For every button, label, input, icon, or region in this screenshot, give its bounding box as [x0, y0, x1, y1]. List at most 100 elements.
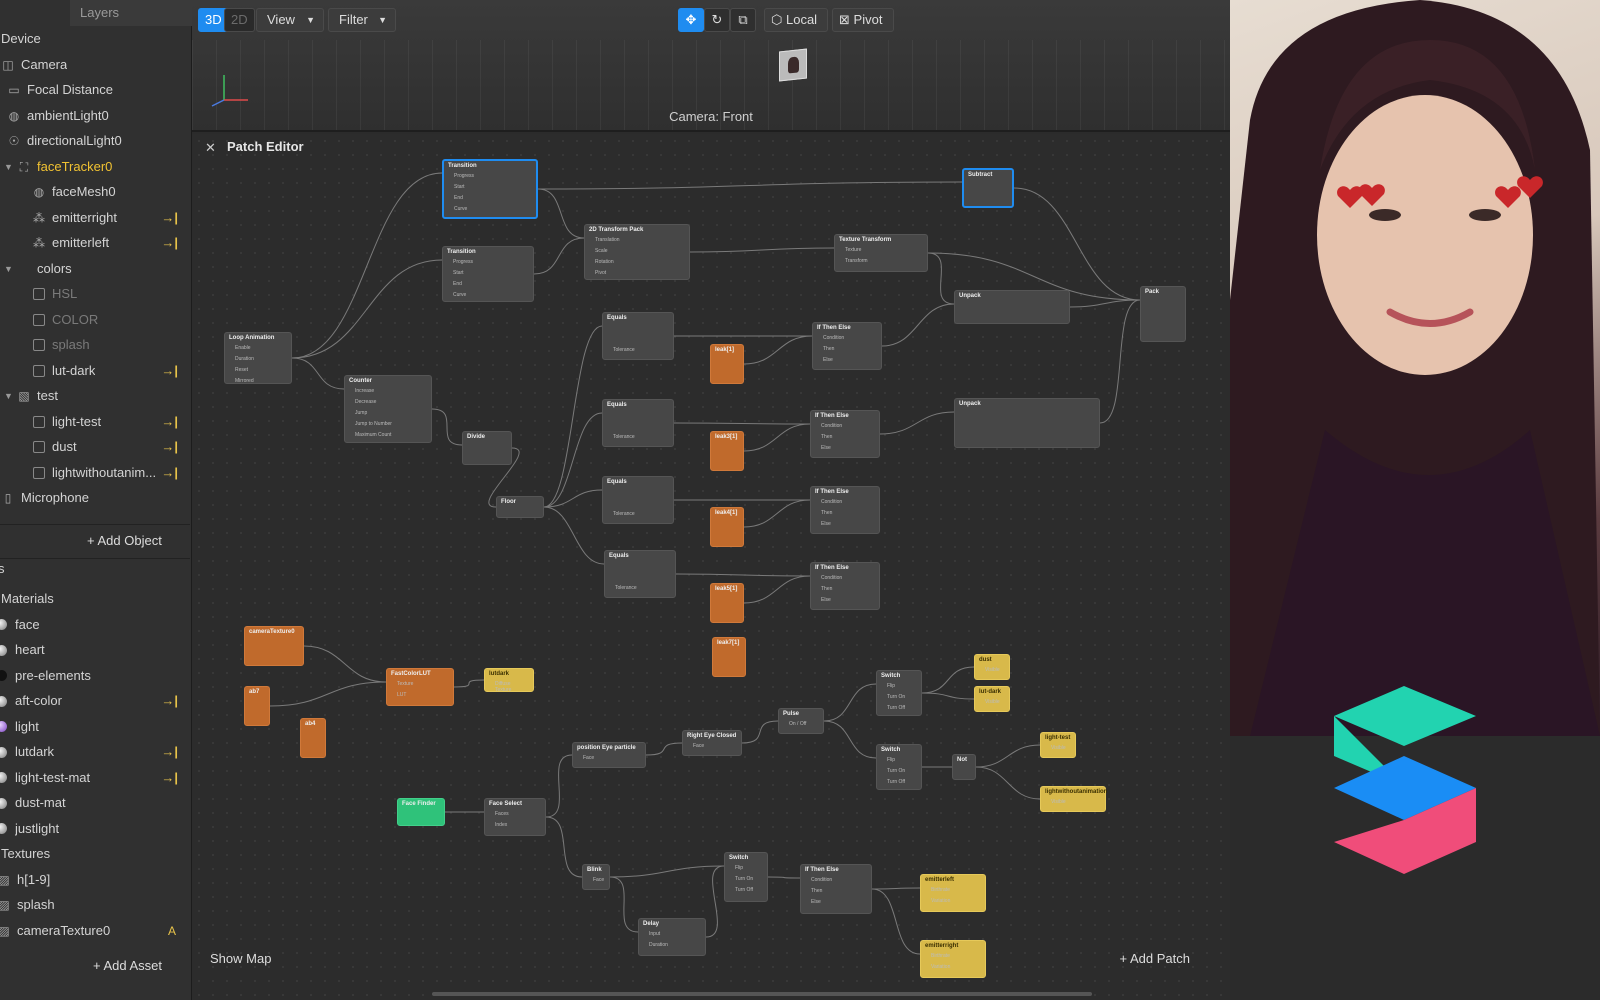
patch-node-port[interactable]: Tolerance [603, 345, 673, 356]
disclosure-triangle-icon[interactable]: ▼ [4, 256, 16, 282]
patch-node[interactable]: Transition Progress Start End Curve [442, 159, 538, 219]
patch-node-port[interactable]: End [443, 279, 533, 290]
patch-node-port[interactable]: Turn Off [877, 703, 921, 714]
disclosure-triangle-icon[interactable]: ▼ [4, 383, 16, 409]
patch-node-port[interactable]: Variation [921, 896, 985, 907]
patch-node-port[interactable]: Then [811, 432, 879, 443]
filter-dropdown[interactable]: Filter ▼ [328, 8, 396, 32]
scene-item[interactable]: ☉ directionalLight0 [0, 128, 190, 154]
patch-node-port[interactable]: Start [443, 268, 533, 279]
asset-item[interactable]: aft-color →| [0, 688, 190, 714]
view-dropdown[interactable]: View ▼ [256, 8, 324, 32]
horizontal-scrollbar[interactable] [432, 992, 1092, 996]
patch-arrow-icon[interactable]: →| [161, 409, 178, 435]
patch-node-port[interactable]: Transform [835, 256, 927, 267]
patch-node-port[interactable] [964, 191, 1012, 202]
patch-node-port[interactable] [603, 421, 673, 432]
patch-node-port[interactable]: Else [811, 595, 879, 606]
patch-node[interactable]: Right Eye Closed Face [682, 730, 742, 756]
camera-preview-plane[interactable] [779, 48, 807, 82]
scene-item[interactable]: ▼ ⛶ faceTracker0 [0, 154, 190, 180]
patch-node[interactable]: light-test Visible [1040, 732, 1076, 758]
patch-node[interactable]: Floor [496, 496, 544, 518]
scene-item[interactable]: lut-dark →| [0, 358, 190, 384]
patch-node[interactable]: Transition Progress Start End Curve [442, 246, 534, 302]
scene-item[interactable]: ◍ faceMesh0 [0, 179, 190, 205]
patch-node-port[interactable]: Else [801, 897, 871, 908]
patch-arrow-icon[interactable]: →| [161, 358, 178, 384]
patch-node[interactable]: position Eye particle Face [572, 742, 646, 768]
patch-node[interactable]: Unpack [954, 290, 1070, 324]
patch-node-port[interactable]: Visible [975, 665, 1009, 676]
patch-node[interactable]: ab4 [300, 718, 326, 758]
patch-node-port[interactable]: Flip [877, 681, 921, 692]
patch-node-port[interactable] [955, 409, 1099, 420]
patch-node-port[interactable]: Birthrate [921, 951, 985, 962]
add-asset-button[interactable]: + Add Asset [93, 958, 162, 973]
patch-node-port[interactable] [603, 498, 673, 509]
patch-node-port[interactable]: Birthrate [921, 885, 985, 896]
patch-node-port[interactable]: Turn On [725, 874, 767, 885]
asset-item[interactable]: heart [0, 637, 190, 663]
patch-node-port[interactable]: Curve [443, 290, 533, 301]
patch-node-port[interactable]: Turn On [877, 692, 921, 703]
patch-arrow-icon[interactable]: →| [161, 230, 178, 256]
patch-node[interactable]: leak5[1] [710, 583, 744, 623]
patch-node-port[interactable] [497, 507, 543, 518]
patch-node[interactable]: If Then Else Condition Then Else [800, 864, 872, 914]
scene-item[interactable]: ▯ Microphone [0, 485, 190, 511]
patch-node[interactable]: FastColorLUT Texture LUT [386, 668, 454, 706]
asset-item[interactable]: light [0, 714, 190, 740]
move-tool-button[interactable]: ✥ [678, 8, 704, 32]
patch-node[interactable]: Pack [1140, 286, 1186, 342]
patch-node-port[interactable]: Faces [485, 809, 545, 820]
patch-node-port[interactable]: Pivot [585, 268, 689, 279]
patch-node[interactable]: leak[1] [710, 344, 744, 384]
patch-node-port[interactable]: Start [444, 182, 536, 193]
patch-node-port[interactable] [953, 765, 975, 776]
patch-node-port[interactable]: Duration [639, 940, 705, 951]
patch-node-port[interactable]: Increase [345, 386, 431, 397]
patch-node-port[interactable]: Translation [585, 235, 689, 246]
patch-node-port[interactable]: Diffuse Texture [485, 679, 533, 693]
asset-item[interactable]: justlight [0, 816, 190, 842]
patch-node-port[interactable]: Progress [443, 257, 533, 268]
patch-node-port[interactable]: On / Off [779, 719, 823, 730]
patch-node-port[interactable]: Tolerance [603, 432, 673, 443]
patch-node-port[interactable] [1141, 297, 1185, 308]
patch-node-port[interactable] [463, 442, 511, 453]
scene-item[interactable]: HSL [0, 281, 190, 307]
disclosure-triangle-icon[interactable]: ▼ [4, 154, 16, 180]
patch-node[interactable]: Subtract [962, 168, 1014, 208]
scene-item[interactable]: COLOR [0, 307, 190, 333]
scene-item[interactable]: splash [0, 332, 190, 358]
patch-node-port[interactable]: Turn Off [725, 885, 767, 896]
pivot-button[interactable]: ⊠ Pivot [832, 8, 894, 32]
patch-node-port[interactable]: Texture [387, 679, 453, 690]
patch-node[interactable]: Equals Tolerance [602, 312, 674, 360]
patch-node-port[interactable]: LUT [387, 690, 453, 701]
patch-node[interactable]: Not [952, 754, 976, 780]
patch-arrow-icon[interactable]: →| [161, 739, 178, 765]
patch-node-port[interactable]: End [444, 193, 536, 204]
patch-node[interactable]: If Then Else Condition Then Else [812, 322, 882, 370]
patch-node[interactable]: Unpack [954, 398, 1100, 448]
patch-node-port[interactable]: Flip [725, 863, 767, 874]
patch-node[interactable]: lut-dark Visible [974, 686, 1010, 712]
patch-node-port[interactable]: Maximum Count [345, 430, 431, 441]
mode-2d-button[interactable]: 2D [224, 8, 255, 32]
patch-node[interactable]: leak3[1] [710, 431, 744, 471]
patch-node-port[interactable] [603, 334, 673, 345]
patch-node-port[interactable] [605, 561, 675, 572]
patch-node[interactable]: cameraTexture0 [244, 626, 304, 666]
patch-node-port[interactable]: Input [639, 929, 705, 940]
scene-item[interactable]: light-test →| [0, 409, 190, 435]
patch-node-port[interactable]: Then [811, 508, 879, 519]
patch-arrow-icon[interactable]: →| [161, 460, 178, 486]
patch-arrow-icon[interactable]: →| [161, 765, 178, 791]
asset-item[interactable]: ▨ h[1-9] [0, 867, 190, 893]
patch-node[interactable]: ab7 [244, 686, 270, 726]
patch-node-port[interactable]: Condition [811, 421, 879, 432]
patch-node-port[interactable] [605, 572, 675, 583]
patch-node-port[interactable]: Curve [444, 204, 536, 215]
